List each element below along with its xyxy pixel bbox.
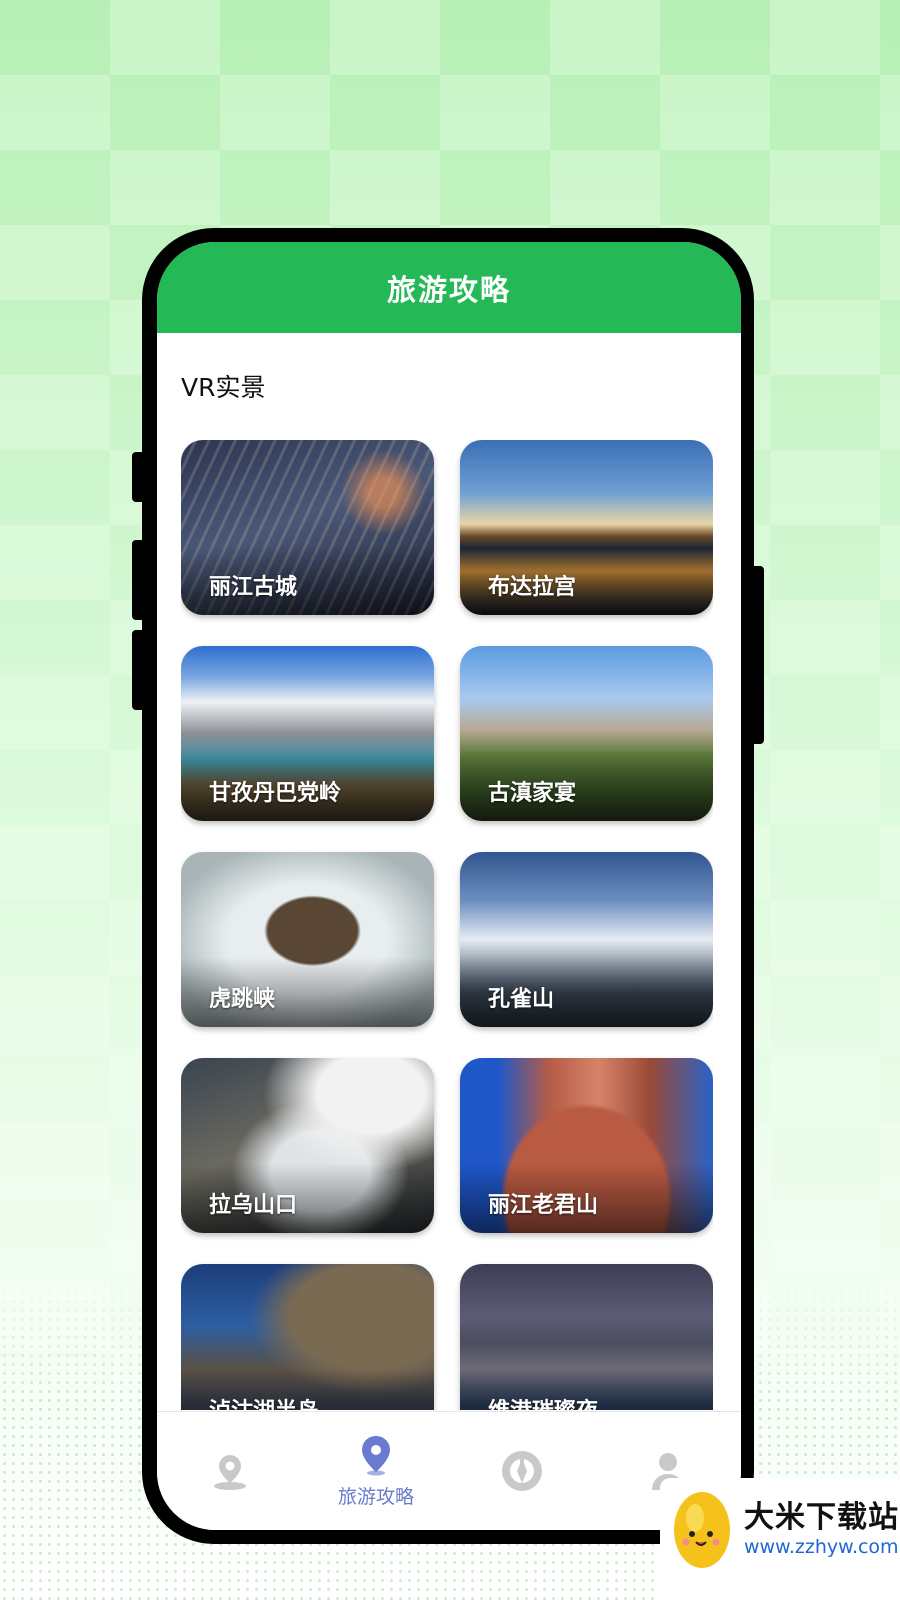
scenic-card-lijiang-old-town[interactable]: 丽江古城 [181, 440, 434, 615]
location-pin-icon [214, 1455, 246, 1490]
tab-label: 旅游攻略 [337, 1485, 414, 1508]
app-header: 旅游攻略 [157, 242, 741, 333]
compass-icon [502, 1451, 542, 1491]
card-label: 丽江老君山 [488, 1193, 599, 1218]
scenic-card-victoria-harbour[interactable]: 维港璀璨夜 [460, 1264, 713, 1410]
card-label: 布达拉宫 [488, 575, 577, 600]
section-title: VR实景 [181, 373, 266, 402]
card-label: 古滇家宴 [488, 781, 577, 806]
scenic-card-tiger-leaping-gorge[interactable]: 虎跳峡 [181, 852, 434, 1027]
watermark-url: www.zzhyw.com [744, 1536, 899, 1558]
watermark-logo: 大米下载站 www.zzhyw.com [660, 1478, 900, 1600]
bottom-tab-bar: 旅游攻略 [157, 1411, 741, 1530]
scenic-card-gudian-feast[interactable]: 古滇家宴 [460, 646, 713, 821]
card-label: 孔雀山 [488, 987, 555, 1012]
card-label: 丽江古城 [209, 575, 298, 600]
card-label: 拉乌山口 [209, 1193, 298, 1218]
tab-travel-guide[interactable]: 旅游攻略 [303, 1412, 449, 1530]
scenic-card-potala-palace[interactable]: 布达拉宫 [460, 440, 713, 615]
card-label: 甘孜丹巴党岭 [209, 781, 342, 806]
app-screen: 旅游攻略 VR实景 丽江古城 布达拉宫 甘孜丹巴党岭 古滇家宴 虎跳峡 孔雀山 [157, 242, 741, 1530]
card-label: 维港璀璨夜 [488, 1393, 598, 1410]
scenic-card-peacock-mountain[interactable]: 孔雀山 [460, 852, 713, 1027]
scenic-card-laojun-mountain[interactable]: 丽江老君山 [460, 1058, 713, 1233]
mascot-logo-icon [674, 1492, 730, 1568]
scenic-card-danba[interactable]: 甘孜丹巴党岭 [181, 646, 434, 821]
page-title: 旅游攻略 [386, 272, 511, 307]
scenic-card-lugu-lake-peninsula[interactable]: 泸沽湖半岛 [181, 1264, 434, 1410]
scenic-card-lawu-pass[interactable]: 拉乌山口 [181, 1058, 434, 1233]
watermark-title: 大米下载站 [744, 1500, 899, 1535]
card-label: 虎跳峡 [209, 987, 276, 1012]
card-label: 泸沽湖半岛 [209, 1393, 319, 1410]
map-pin-icon [362, 1435, 390, 1475]
tab-location[interactable] [157, 1412, 303, 1530]
scenic-grid: 丽江古城 布达拉宫 甘孜丹巴党岭 古滇家宴 虎跳峡 孔雀山 拉乌山口 丽江老君山 [181, 440, 713, 1410]
tab-compass[interactable] [449, 1412, 595, 1530]
